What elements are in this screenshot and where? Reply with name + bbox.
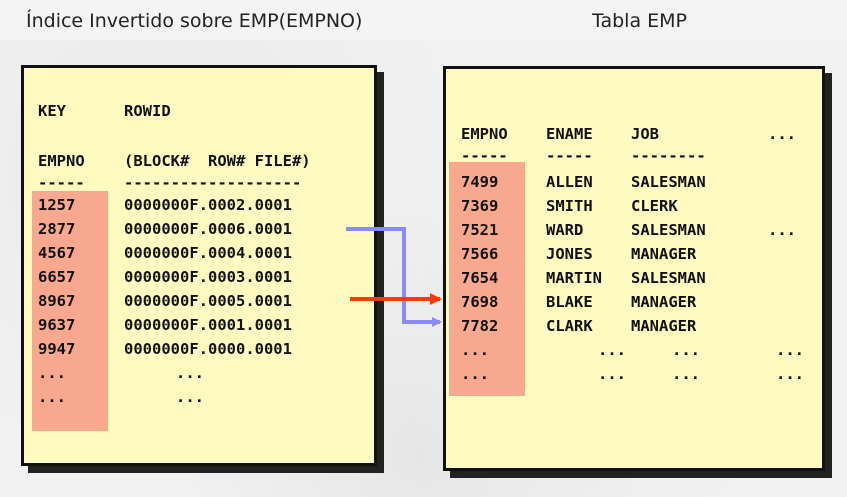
blue-pointer-arrow bbox=[346, 227, 442, 327]
pointer-arrows bbox=[346, 227, 442, 327]
